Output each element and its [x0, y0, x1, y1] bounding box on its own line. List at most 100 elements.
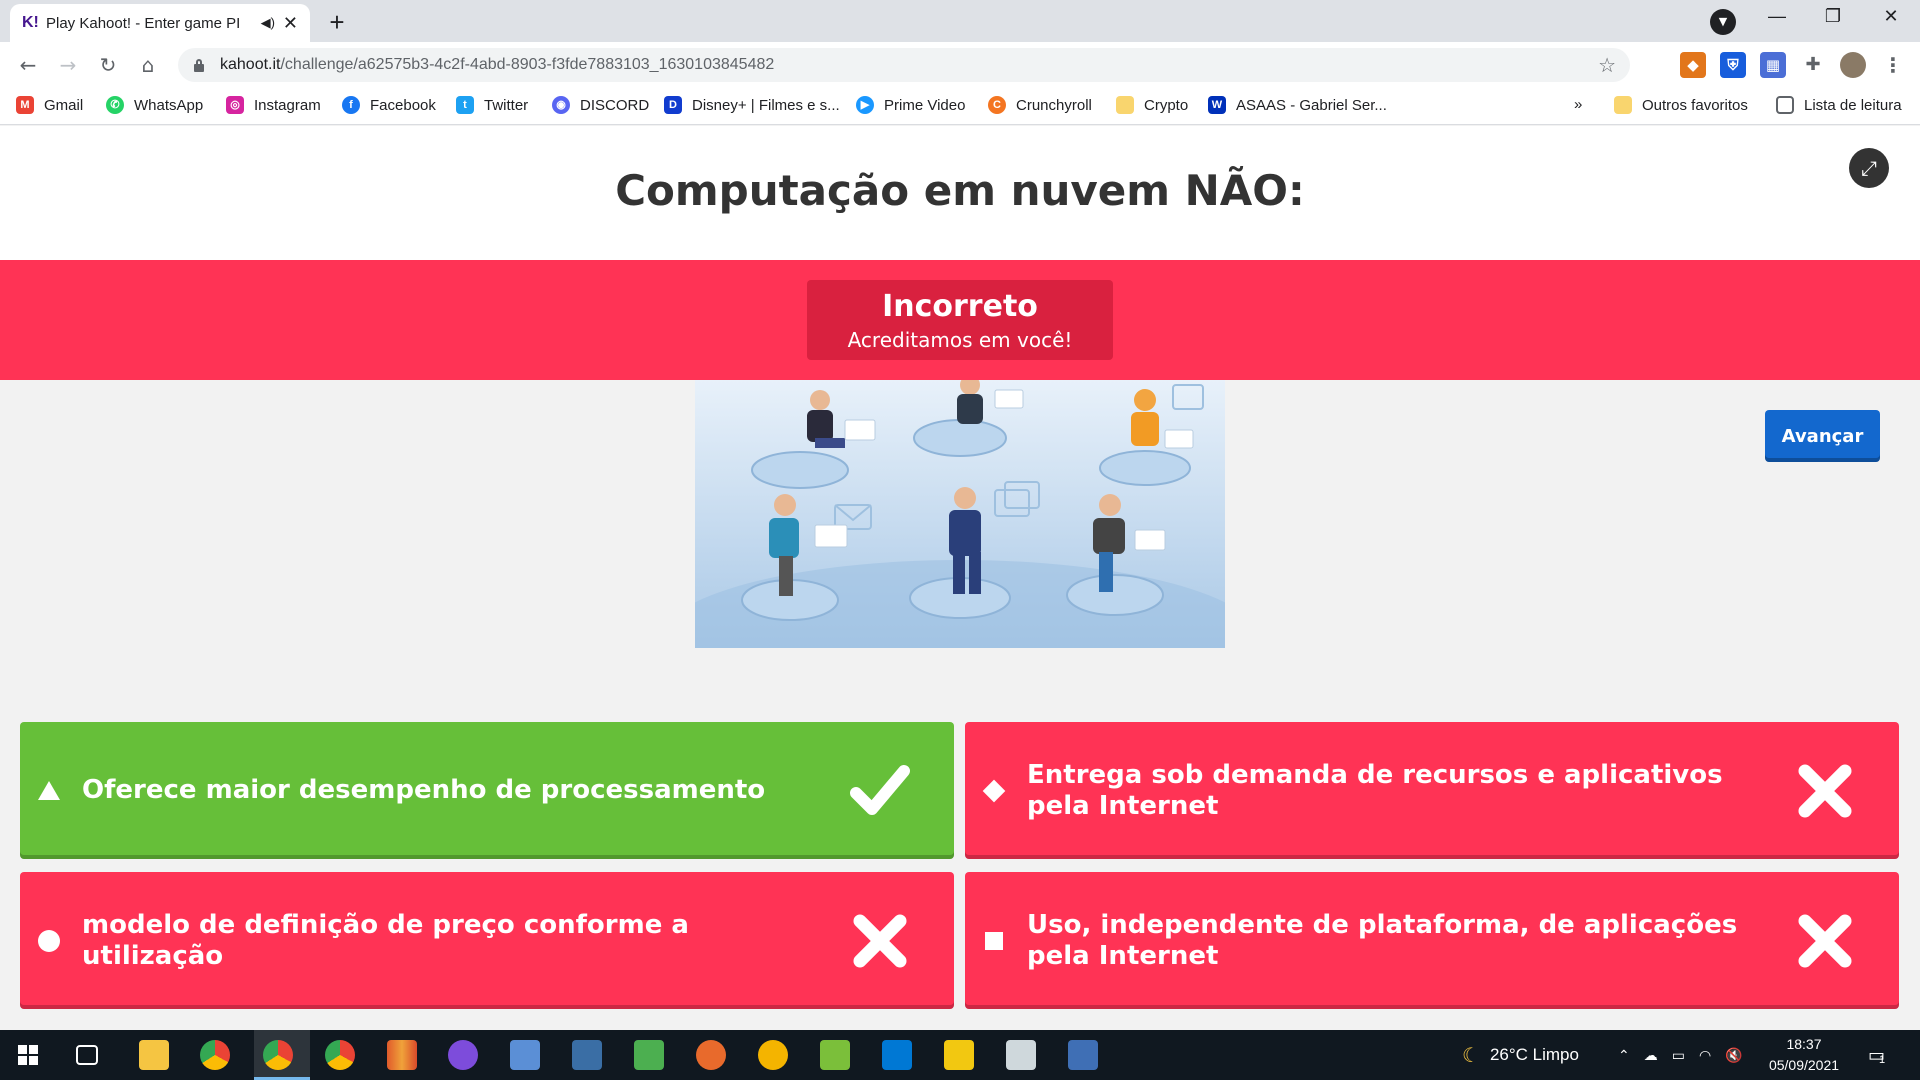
browser-tab[interactable]: K! Play Kahoot! - Enter game PI ◀) ✕	[10, 4, 310, 42]
bookmark-label: WhatsApp	[134, 96, 204, 114]
cross-icon	[1798, 764, 1852, 817]
result-subtitle: Acreditamos em você!	[847, 328, 1073, 352]
bookmark-disney[interactable]: D Disney+ | Filmes e s...	[664, 96, 840, 114]
battery-icon[interactable]: ▭	[1672, 1047, 1685, 1064]
bookmark-label: Prime Video	[884, 96, 966, 114]
bookmark-gmail[interactable]: M Gmail	[16, 96, 83, 114]
result-box: Incorreto Acreditamos em você!	[807, 280, 1113, 360]
reading-list-button[interactable]: Lista de leitura	[1776, 96, 1902, 114]
vscode-icon[interactable]	[882, 1040, 912, 1070]
folder-icon	[1614, 96, 1632, 114]
bookmark-prime-video[interactable]: ▶ Prime Video	[856, 96, 965, 114]
answer-triangle[interactable]: Oferece maior desempenho de processament…	[20, 722, 954, 859]
winrar-icon[interactable]	[387, 1040, 417, 1070]
kahoot-favicon-icon: K!	[22, 14, 39, 31]
minimize-icon[interactable]: —	[1752, 6, 1802, 27]
browser-toolbar: ← → ↻ ⌂ kahoot.it/challenge/a62575b3-4c2…	[0, 42, 1920, 88]
bookmark-crunchyroll[interactable]: C Crunchyroll	[988, 96, 1092, 114]
lock-icon[interactable]	[192, 58, 206, 72]
bookmark-label: Crypto	[1144, 96, 1189, 114]
windows-start-icon[interactable]	[18, 1045, 38, 1065]
weather-text: 26°C Limpo	[1489, 1045, 1579, 1064]
bitwarden-icon[interactable]: ⛨	[1720, 52, 1746, 78]
restore-icon[interactable]: ❐	[1808, 6, 1858, 27]
checkmark-icon	[850, 764, 910, 815]
wifi-icon[interactable]: ◠	[1699, 1047, 1711, 1064]
notification-center[interactable]: ▭ 1	[1868, 1030, 1885, 1080]
bookmark-folder-crypto[interactable]: Crypto	[1116, 96, 1188, 114]
menu-kebab-icon[interactable]: ⋮	[1880, 52, 1906, 78]
bookmark-other-favorites[interactable]: Outros favoritos	[1614, 96, 1748, 114]
square-icon	[979, 926, 1009, 956]
volume-muted-icon[interactable]: 🔇	[1725, 1047, 1742, 1064]
bookmark-instagram[interactable]: ◎ Instagram	[226, 96, 321, 114]
question-image	[695, 380, 1225, 648]
url-path: /challenge/a62575b3-4c2f-4abd-8903-f3fde…	[280, 56, 775, 73]
bookmarks-overflow-button[interactable]: »	[1574, 96, 1582, 113]
home-icon[interactable]: ⌂	[134, 51, 162, 79]
app-icon[interactable]	[758, 1040, 788, 1070]
clock-time: 18:37	[1786, 1036, 1822, 1052]
answer-square[interactable]: Uso, independente de plataforma, de apli…	[965, 872, 1899, 1009]
app-icon[interactable]	[696, 1040, 726, 1070]
github-desktop-icon[interactable]	[448, 1040, 478, 1070]
app-icon[interactable]	[572, 1040, 602, 1070]
bookmark-facebook[interactable]: f Facebook	[342, 96, 436, 114]
chrome-profile-icon[interactable]	[263, 1040, 293, 1070]
result-title: Incorreto	[882, 289, 1038, 324]
tab-title: Play Kahoot! - Enter game PI	[46, 14, 241, 32]
bookmark-asaas[interactable]: W ASAAS - Gabriel Ser...	[1208, 96, 1387, 114]
answer-text: modelo de definição de preço conforme a …	[82, 909, 689, 971]
browser-tab-bar: K! Play Kahoot! - Enter game PI ◀) ✕ + ▼…	[0, 0, 1920, 42]
bookmark-star-icon[interactable]: ☆	[1598, 53, 1616, 78]
back-icon[interactable]: ←	[14, 51, 42, 79]
bookmark-label: Twitter	[484, 96, 529, 114]
bookmark-label: Lista de leitura	[1804, 96, 1902, 114]
answer-circle[interactable]: modelo de definição de preço conforme a …	[20, 872, 954, 1009]
address-bar[interactable]: kahoot.it/challenge/a62575b3-4c2f-4abd-8…	[178, 48, 1630, 82]
app-icon[interactable]	[634, 1040, 664, 1070]
onedrive-icon[interactable]: ☁	[1644, 1047, 1658, 1064]
next-button[interactable]: Avançar	[1765, 410, 1880, 462]
bookmark-whatsapp[interactable]: ✆ WhatsApp	[106, 96, 203, 114]
tray-icons: ⌃ ☁ ▭ ◠ 🔇	[1618, 1030, 1743, 1080]
bookmark-label: DISCORD	[580, 96, 650, 114]
new-tab-button[interactable]: +	[320, 6, 354, 40]
chrome-profile-2-icon[interactable]	[325, 1040, 355, 1070]
tab-search-icon[interactable]: ▼	[1710, 9, 1736, 35]
forward-icon[interactable]: →	[54, 51, 82, 79]
prime-video-icon: ▶	[856, 96, 874, 114]
weather-widget[interactable]: ☾ 26°C Limpo	[1462, 1030, 1579, 1080]
file-explorer-icon[interactable]	[139, 1040, 169, 1070]
extension-icon[interactable]: ▦	[1760, 52, 1786, 78]
question-title: Computação em nuvem NÃO:	[615, 166, 1305, 215]
power-bi-icon[interactable]	[944, 1040, 974, 1070]
system-clock[interactable]: 18:37 05/09/2021	[1756, 1034, 1852, 1076]
asaas-icon: W	[1208, 96, 1226, 114]
bookmark-discord[interactable]: ◉ DISCORD	[552, 96, 649, 114]
extensions-puzzle-icon[interactable]: ✚	[1800, 52, 1826, 78]
reload-icon[interactable]: ↻	[94, 51, 122, 79]
answer-diamond[interactable]: Entrega sob demanda de recursos e aplica…	[965, 722, 1899, 859]
moon-icon: ☾	[1462, 1044, 1480, 1067]
bookmark-label: Facebook	[370, 96, 436, 114]
app-icon[interactable]	[1006, 1040, 1036, 1070]
folder-icon	[1116, 96, 1134, 114]
bookmark-label: Gmail	[44, 96, 84, 114]
close-tab-icon[interactable]: ✕	[283, 13, 298, 34]
bookmark-twitter[interactable]: t Twitter	[456, 96, 528, 114]
task-view-icon[interactable]	[76, 1045, 98, 1065]
fullscreen-icon[interactable]: ⤢	[1849, 148, 1889, 188]
speaker-icon[interactable]: ◀)	[261, 15, 275, 31]
network-app-icon[interactable]	[1068, 1040, 1098, 1070]
chevron-up-icon[interactable]: ⌃	[1618, 1047, 1630, 1064]
app-icon[interactable]	[510, 1040, 540, 1070]
chrome-icon[interactable]	[200, 1040, 230, 1070]
chevron-double-right-icon: »	[1574, 96, 1583, 113]
whatsapp-icon: ✆	[106, 96, 124, 114]
close-window-icon[interactable]: ✕	[1866, 6, 1916, 27]
app-icon[interactable]	[820, 1040, 850, 1070]
metamask-icon[interactable]: ◆	[1680, 52, 1706, 78]
crunchyroll-icon: C	[988, 96, 1006, 114]
avatar[interactable]	[1840, 52, 1866, 78]
